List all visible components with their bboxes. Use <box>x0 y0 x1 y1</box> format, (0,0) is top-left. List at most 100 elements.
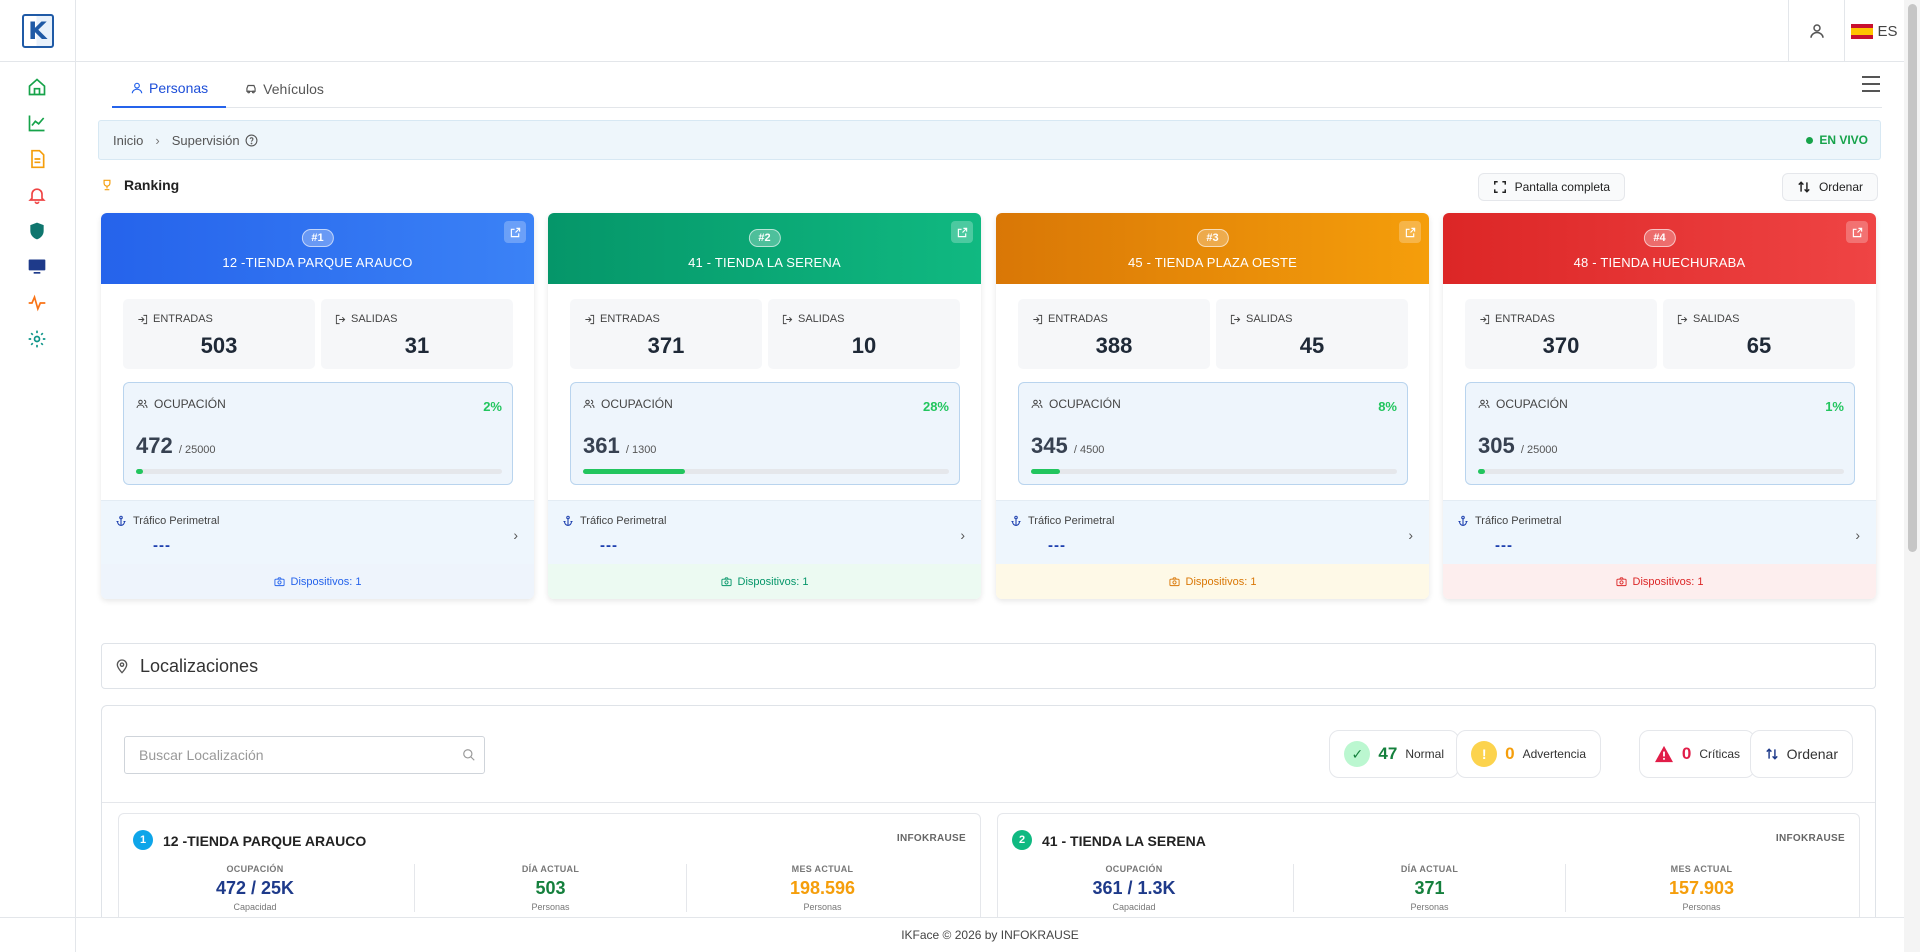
scrollbar-thumb[interactable] <box>1908 4 1917 552</box>
external-link-icon[interactable] <box>504 221 526 243</box>
sort-icon <box>1765 748 1778 760</box>
warning-filter-button[interactable]: ! 0 Advertencia <box>1456 730 1601 778</box>
exits-label-row: SALIDAS <box>1230 313 1292 325</box>
occupancy-progress-fill <box>136 469 144 474</box>
bell-icon[interactable] <box>26 184 48 206</box>
external-link-icon[interactable] <box>951 221 973 243</box>
normal-filter-button[interactable]: ✓ 47 Normal <box>1329 730 1459 778</box>
store-card[interactable]: #3 45 - TIENDA PLAZA OESTE ENTRADAS 388 … <box>996 213 1429 599</box>
store-card-header: #2 41 - TIENDA LA SERENA <box>548 213 981 284</box>
help-icon[interactable] <box>245 134 258 147</box>
devices-label: Dispositivos: 1 <box>737 575 809 588</box>
occupancy-box: OCUPACIÓN 2% 472 / 25000 <box>123 382 513 485</box>
sort-icon <box>1798 181 1810 193</box>
metric-month: MES ACTUAL 198.596 Personas <box>686 864 958 912</box>
perimeter-traffic[interactable]: Tráfico Perimetral --- › <box>996 500 1429 564</box>
metric-label: DÍA ACTUAL <box>1400 864 1459 874</box>
critical-filter-button[interactable]: 0 Críticas <box>1638 730 1755 778</box>
shield-icon[interactable] <box>26 220 48 242</box>
chevron-right-icon[interactable]: › <box>960 527 965 543</box>
locations-sort-button[interactable]: Ordenar <box>1749 730 1853 778</box>
scrollbar[interactable] <box>1904 0 1920 952</box>
exits-box: SALIDAS 31 <box>321 299 513 369</box>
perimeter-traffic[interactable]: Tráfico Perimetral --- › <box>1443 500 1876 564</box>
metric-value: 361 / 1.3K <box>1092 878 1176 898</box>
tab-bar: Personas Vehículos <box>112 70 1882 108</box>
store-card[interactable]: #4 48 - TIENDA HUECHURABA ENTRADAS 370 S… <box>1443 213 1876 599</box>
occupancy-value-row: 305 / 25000 <box>1478 433 1558 459</box>
occupancy-box: OCUPACIÓN 8% 345 / 4500 <box>1018 382 1408 485</box>
rank-badge: #4 <box>1643 229 1676 247</box>
occupancy-capacity: / 25000 <box>1520 444 1558 456</box>
chevron-right-icon[interactable]: › <box>513 527 518 543</box>
sort-button[interactable]: Ordenar <box>1781 173 1878 201</box>
language-selector[interactable]: ES <box>1844 0 1904 62</box>
search-input[interactable]: Buscar Localización <box>124 736 485 774</box>
alert-triangle-icon <box>1654 745 1673 763</box>
occupancy-label: OCUPACIÓN <box>1496 397 1568 411</box>
document-icon[interactable] <box>26 148 48 170</box>
store-card-header: #3 45 - TIENDA PLAZA OESTE <box>996 213 1429 284</box>
exits-label: SALIDAS <box>1246 313 1293 325</box>
fullscreen-label: Pantalla completa <box>1514 180 1610 194</box>
user-button[interactable] <box>1788 0 1844 62</box>
store-card[interactable]: #1 12 -TIENDA PARQUE ARAUCO ENTRADAS 503… <box>101 213 534 599</box>
perimeter-traffic[interactable]: Tráfico Perimetral --- › <box>101 500 534 564</box>
location-card[interactable]: 2 41 - TIENDA LA SERENA INFOKRAUSE OCUPA… <box>997 813 1860 926</box>
fullscreen-button[interactable]: Pantalla completa <box>1477 173 1625 201</box>
ranking-title: Ranking <box>124 177 180 193</box>
occupancy-value-row: 345 / 4500 <box>1031 433 1104 459</box>
metric-value: 157.903 <box>1668 878 1735 898</box>
chevron-right-icon[interactable]: › <box>1855 527 1860 543</box>
hamburger-menu-icon[interactable] <box>1862 76 1884 94</box>
locations-sort-label: Ordenar <box>1786 746 1838 762</box>
metric-occupancy: OCUPACIÓN 472 / 25K Capacidad <box>119 864 391 912</box>
logout-icon <box>335 314 346 324</box>
location-name: 12 -TIENDA PARQUE ARAUCO <box>163 833 367 849</box>
footer-text: IKFace © 2026 by INFOKRAUSE <box>901 928 1079 942</box>
devices-footer[interactable]: Dispositivos: 1 <box>1443 564 1876 599</box>
app-logo: K <box>21 14 54 48</box>
tab-vehiculos[interactable]: Vehículos <box>226 70 342 108</box>
store-name: 45 - TIENDA PLAZA OESTE <box>1127 255 1298 270</box>
users-icon <box>1031 399 1043 409</box>
chart-icon[interactable] <box>26 112 48 134</box>
login-icon <box>585 314 595 324</box>
metric-day: DÍA ACTUAL 503 Personas <box>414 864 686 912</box>
store-card[interactable]: #2 41 - TIENDA LA SERENA ENTRADAS 371 SA… <box>548 213 981 599</box>
gear-icon[interactable] <box>26 328 48 350</box>
search-icon <box>463 749 475 761</box>
exits-label: SALIDAS <box>798 313 845 325</box>
exits-label: SALIDAS <box>351 313 398 325</box>
perimeter-traffic[interactable]: Tráfico Perimetral --- › <box>548 500 981 564</box>
external-link-icon[interactable] <box>1399 221 1421 243</box>
logo-container[interactable]: K <box>0 0 76 62</box>
entries-label: ENTRADAS <box>600 313 660 325</box>
exits-box: SALIDAS 45 <box>1216 299 1408 369</box>
monitor-icon[interactable] <box>26 256 48 278</box>
chevron-right-icon[interactable]: › <box>1408 527 1413 543</box>
devices-footer[interactable]: Dispositivos: 1 <box>548 564 981 599</box>
devices-footer[interactable]: Dispositivos: 1 <box>101 564 534 599</box>
tab-personas[interactable]: Personas <box>112 70 227 108</box>
user-icon <box>1809 24 1824 38</box>
perimeter-label: Tráfico Perimetral <box>1028 515 1115 527</box>
breadcrumb-home[interactable]: Inicio <box>113 133 143 148</box>
devices-footer[interactable]: Dispositivos: 1 <box>996 564 1429 599</box>
breadcrumb-current: Supervisión <box>171 132 240 148</box>
occupancy-capacity: / 1300 <box>625 444 657 456</box>
users-icon <box>1478 399 1490 409</box>
metric-sub: Personas <box>531 902 570 912</box>
occupancy-percent: 28% <box>922 399 949 414</box>
external-link-icon[interactable] <box>1846 221 1868 243</box>
activity-icon[interactable] <box>26 292 48 314</box>
occupancy-progress-bar <box>1478 469 1844 474</box>
entries-label-row: ENTRADAS <box>137 313 213 325</box>
fullscreen-icon <box>1493 181 1506 193</box>
location-card[interactable]: 1 12 -TIENDA PARQUE ARAUCO INFOKRAUSE OC… <box>118 813 981 926</box>
logout-icon <box>1677 314 1688 324</box>
location-org: INFOKRAUSE <box>1775 833 1845 844</box>
home-icon[interactable] <box>26 76 48 98</box>
store-card-header: #1 12 -TIENDA PARQUE ARAUCO <box>101 213 534 284</box>
entries-label-row: ENTRADAS <box>584 313 660 325</box>
